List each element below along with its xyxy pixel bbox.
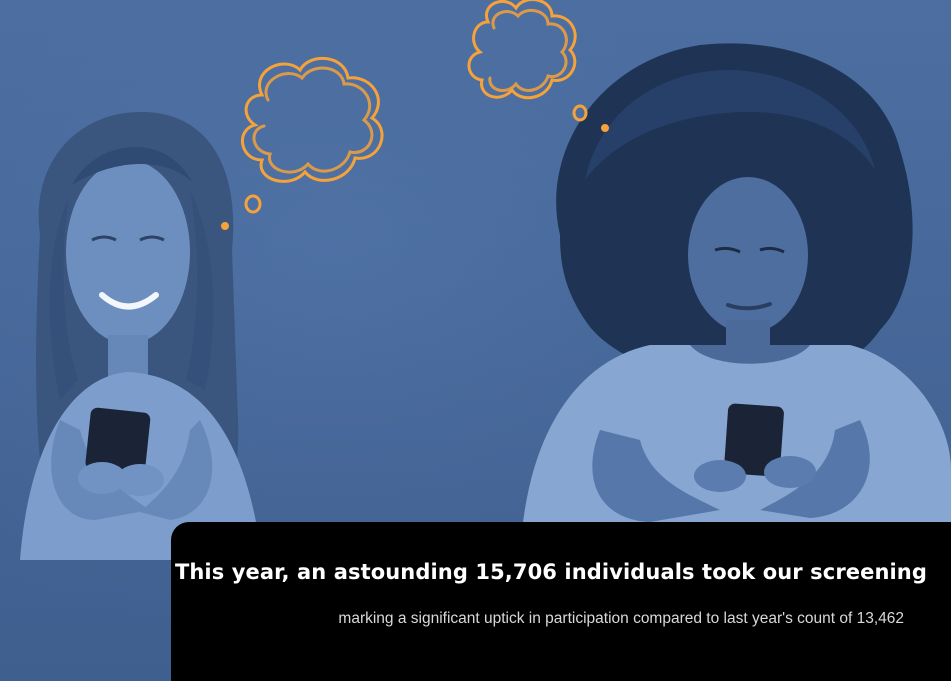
stat-headline: This year, an astounding 15,706 individu… bbox=[174, 560, 927, 584]
right-woman bbox=[520, 43, 951, 560]
stat-card: This year, an astounding 15,706 individu… bbox=[171, 522, 951, 681]
stat-subtext: marking a significant uptick in particip… bbox=[338, 610, 904, 627]
left-woman bbox=[20, 111, 262, 561]
